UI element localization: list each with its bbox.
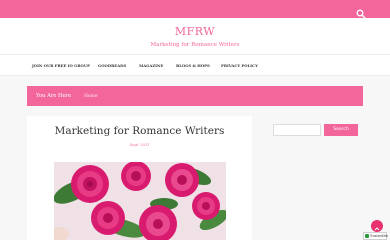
sidebar-search-button[interactable]: Search — [324, 124, 358, 136]
post-featured-image[interactable] — [54, 162, 226, 240]
check-icon — [365, 234, 369, 238]
site-title[interactable]: MFRW — [0, 25, 390, 38]
breadcrumb-home-link[interactable]: Home — [84, 94, 98, 99]
post-card: Marketing for Romance Writers Sept. 2021 — [27, 116, 252, 240]
top-bar — [0, 0, 390, 19]
breadcrumb-label: You Are Here — [36, 93, 72, 99]
nav-item-magazine[interactable]: MAGAZINE — [139, 63, 163, 68]
nav-item-privacy-policy[interactable]: PRIVACY POLICY — [221, 63, 258, 68]
post-title[interactable]: Marketing for Romance Writers — [27, 125, 252, 137]
post-date: Sept. 2021 — [129, 143, 150, 147]
trusted-site-label: TrustedSite — [370, 234, 388, 238]
nav-item-goodreads[interactable]: GOODREADS — [98, 63, 126, 68]
main-nav: JOIN OUR FREE IO GROUP GOODREADS MAGAZIN… — [0, 54, 390, 76]
site-header: MFRW Marketing for Romance Writers — [0, 18, 390, 54]
nav-item-blogs-hops[interactable]: BLOGS & HOPS — [176, 63, 210, 68]
scroll-to-top-button[interactable] — [371, 220, 383, 232]
search-icon[interactable] — [356, 4, 366, 19]
trusted-site-badge[interactable]: TrustedSite — [363, 232, 388, 240]
site-tagline: Marketing for Romance Writers — [150, 42, 240, 48]
sidebar-search-input[interactable] — [273, 124, 321, 136]
nav-item-join-group[interactable]: JOIN OUR FREE IO GROUP — [32, 63, 90, 68]
breadcrumb: You Are Here Home — [27, 86, 363, 106]
